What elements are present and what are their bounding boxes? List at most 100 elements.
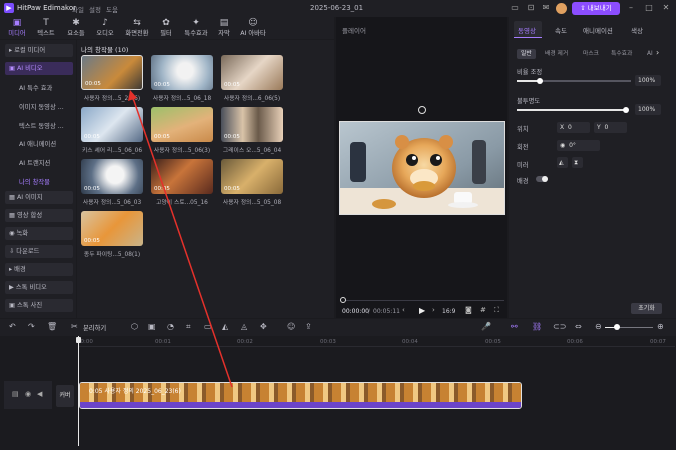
playhead[interactable] [78,336,79,446]
rotate-field[interactable]: ◉ 0° [557,140,600,151]
next-frame-icon[interactable]: › [432,306,435,314]
cart-icon[interactable]: ⊡ [526,3,536,13]
menu-settings[interactable]: 설정 [89,4,101,14]
link-icon[interactable]: ⛓ [532,322,542,331]
sidebar-item-ai-image[interactable]: ▦ AI 이미지 [5,191,73,204]
avatar[interactable] [556,3,567,14]
sidebar-sub-text-video[interactable]: 텍스트 동영상 ... [19,121,64,130]
scale-slider-knob[interactable] [537,78,543,84]
zoom-in-icon[interactable]: ⊕ [657,322,664,331]
tab-media[interactable]: ▣ 미디어 [4,17,30,39]
sidebar-item-video-merge[interactable]: ▦ 영상 합성 [5,209,73,222]
subtab-general[interactable]: 일반 [517,49,536,59]
subtab-effects[interactable]: 특수효과 [611,49,632,59]
sidebar-item-background[interactable]: ▸ 배경 [5,263,73,276]
gift-icon[interactable]: ✉ [541,3,551,13]
speed-icon[interactable]: ◔ [167,322,174,331]
opacity-value-field[interactable]: 100% [635,104,661,115]
sidebar-sub-my-creations[interactable]: 나의 창작물 [19,177,50,186]
export-button[interactable]: ⇪ 내보내기 [572,2,620,15]
microphone-icon[interactable]: 🎤 [481,322,491,331]
sidebar-item-download[interactable]: ⇩ 다운로드 [5,245,73,258]
tab-audio[interactable]: ♪ 오디오 [92,17,118,39]
media-thumb-5[interactable]: 00:05 [151,107,213,142]
sidebar-item-local-media[interactable]: ▸ 로컬 미디어 [5,44,73,57]
sidebar-item-record[interactable]: ◉ 녹화 [5,227,73,240]
scissors-icon[interactable]: ✂ [71,322,78,331]
preview-scrubber-knob[interactable] [340,297,346,303]
magnet-icon[interactable]: ⚯ [511,322,518,331]
tab-filter[interactable]: ✿ 필터 [156,17,176,39]
tab-effects[interactable]: ✦ 특수효과 [180,17,212,39]
position-x-field[interactable]: X 0 [557,122,590,133]
snapshot-icon[interactable]: ◙ [465,306,472,314]
redo-icon[interactable]: ↷ [28,322,35,331]
preview-scrubber[interactable] [342,300,504,301]
chevron-right-icon[interactable]: › [656,48,659,57]
voice-icon[interactable]: ☺ [287,322,295,331]
zoom-out-icon[interactable]: ⊖ [595,322,602,331]
sidebar-sub-ai-effects[interactable]: AI 특수 효과 [19,83,52,92]
undo-icon[interactable]: ↶ [9,322,16,331]
tab-color[interactable]: 색상 [631,25,643,35]
flip-horizontal-icon[interactable]: ◭ [557,157,568,168]
delete-icon[interactable]: 🗑 [47,322,57,331]
media-thumb-6[interactable]: 00:05 [221,107,283,142]
crop-icon[interactable]: ⌗ [186,322,191,332]
media-thumb-4[interactable]: 00:05 [81,107,143,142]
subtab-mask[interactable]: 마스크 [583,49,599,59]
tab-speed[interactable]: 속도 [555,25,567,35]
text-tool-icon[interactable]: ▣ [148,322,156,331]
chain-icon[interactable]: ⊂⊃ [553,322,566,331]
grid-icon[interactable]: # [480,306,486,314]
track-visibility-icon[interactable]: ◉ [25,390,31,398]
sidebar-sub-image-video[interactable]: 이미지 동영상 ... [19,102,64,111]
preview-video[interactable] [339,121,505,215]
play-icon[interactable]: ▶ [419,306,425,315]
tab-ai-avatar[interactable]: ☺ AI 아바타 [238,17,268,39]
maximize-icon[interactable]: □ [644,3,654,13]
tab-video[interactable]: 동영상 [518,25,536,35]
sidebar-item-stock-photo[interactable]: ▣ 스톡 사진 [5,299,73,312]
menu-help[interactable]: 도움 [106,4,118,14]
reset-button[interactable]: 초기화 [631,303,662,314]
marker-icon[interactable]: ⬡ [131,322,138,331]
playhead-handle[interactable] [76,337,81,343]
zoom-slider-knob[interactable] [614,324,620,330]
feedback-icon[interactable]: ▭ [510,3,520,13]
sidebar-sub-ai-animation[interactable]: AI 애니메이션 [19,139,56,148]
minimize-icon[interactable]: – [626,3,636,13]
media-thumb-9[interactable]: 00:05 [221,159,283,194]
flip-tool-icon[interactable]: ◬ [241,322,247,331]
fit-icon[interactable]: ⇔ [575,322,582,331]
close-icon[interactable]: ✕ [661,3,671,13]
position-y-field[interactable]: Y 0 [594,122,627,133]
fullscreen-icon[interactable]: ⛶ [494,306,499,315]
media-thumb-3[interactable]: 00:05 [221,55,283,90]
media-thumb-10[interactable]: 00:05 [81,211,143,246]
mirror-tool-icon[interactable]: ◭ [222,322,228,331]
tab-animation[interactable]: 애니메이션 [583,25,613,35]
track-lock-icon[interactable]: ▤ [12,390,19,398]
frame-icon[interactable]: ▭ [204,322,212,331]
rotate-handle[interactable] [418,106,426,114]
tab-subtitle[interactable]: ▤ 자막 [214,17,234,39]
opacity-slider-knob[interactable] [623,107,629,113]
media-thumb-2[interactable]: 00:05 [151,55,213,90]
aspect-ratio[interactable]: 16:9 [442,308,455,315]
sidebar-item-stock-video[interactable]: ▶ 스톡 비디오 [5,281,73,294]
tab-text[interactable]: T 텍스트 [33,17,59,39]
sidebar-sub-ai-transition[interactable]: AI 트랜지션 [19,158,50,167]
media-thumb-8[interactable]: 00:05 [151,159,213,194]
split-label[interactable]: 분리하기 [83,323,106,332]
subtab-bg-remove[interactable]: 배경 제거 [545,49,568,59]
media-thumb-7[interactable]: 00:05 [81,159,143,194]
cover-button[interactable]: 커버 [56,385,74,407]
scale-value-field[interactable]: 100% [635,75,661,86]
timeline-clip[interactable]: 0:05 사용자 정의 2025_06_23(6) [79,382,522,409]
track-audio-icon[interactable]: ◀ [37,390,42,398]
sidebar-item-ai-video[interactable]: ▣ AI 비디오 [5,62,73,75]
tab-elements[interactable]: ✱ 요소들 [63,17,89,39]
tab-transition[interactable]: ⇆ 화면전환 [121,17,153,39]
menu-file[interactable]: 파일 [72,4,84,14]
